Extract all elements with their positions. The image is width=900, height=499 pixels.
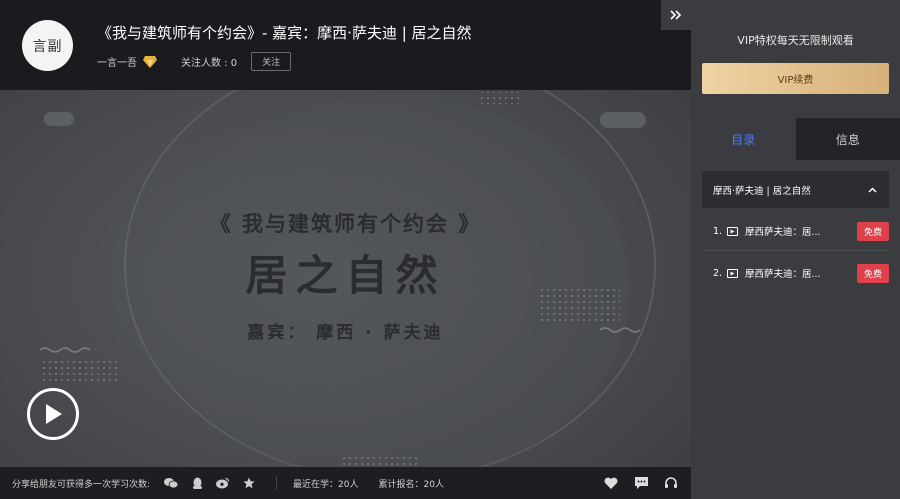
weibo-icon[interactable] [216, 476, 230, 490]
video-player[interactable]: 《 我与建筑师有个约会 》 居之自然 嘉宾： 摩西 · 萨夫迪 [0, 90, 691, 467]
avatar-logo-text: 言副 [32, 38, 63, 55]
followers-count: 关注人数 : 0 [181, 58, 238, 69]
chevron-up-icon [868, 186, 877, 193]
headset-icon[interactable] [663, 475, 679, 491]
tab-info[interactable]: 信息 [795, 118, 900, 160]
vip-renew-button[interactable]: VIP续费 [702, 63, 889, 94]
lesson-item[interactable]: 2. 摩西萨夫迪：居... 免费 [702, 254, 889, 292]
lesson-title: 摩西萨夫迪：居... [745, 227, 821, 238]
lesson-title: 摩西萨夫迪：居... [745, 269, 821, 280]
cover-guest: 嘉宾： 摩西 · 萨夫迪 [247, 323, 444, 343]
collapse-sidebar-button[interactable] [661, 0, 691, 30]
comment-icon[interactable] [633, 475, 649, 491]
author-name[interactable]: 一言一吾 [97, 54, 137, 69]
diamond-icon [143, 55, 157, 68]
course-title: 《我与建筑师有个约会》- 嘉宾：摩西·萨夫迪 | 居之自然 [97, 24, 472, 42]
share-prompt: 分享给朋友可获得多一次学习次数: [12, 479, 151, 490]
chapter-title: 摩西·萨夫迪 | 居之自然 [713, 185, 811, 197]
lesson-index: 1. [713, 225, 723, 237]
course-meta: 一言一吾 关注人数 : 0 关注 [97, 52, 292, 71]
lesson-divider [702, 250, 889, 251]
heart-icon[interactable] [603, 475, 619, 491]
wechat-icon[interactable] [164, 476, 179, 490]
qq-icon[interactable] [190, 476, 204, 490]
sidebar-tabs: 目录 信息 [691, 118, 900, 160]
course-sidebar: VIP特权每天无限制观看 VIP续费 目录 信息 摩西·萨夫迪 | 居之自然 1… [661, 0, 900, 499]
total-signups-count: 累计报名：20人 [378, 479, 444, 490]
video-lesson-icon [727, 268, 738, 278]
course-header: 言副 《我与建筑师有个约会》- 嘉宾：摩西·萨夫迪 | 居之自然 一言一吾 关注… [0, 0, 691, 90]
video-action-icons [603, 475, 679, 491]
tab-catalog[interactable]: 目录 [691, 118, 796, 160]
vip-privilege-text: VIP特权每天无限制观看 [737, 34, 854, 47]
video-lesson-icon [727, 226, 738, 236]
recent-learning-count: 最近在学：20人 [293, 479, 359, 490]
lesson-index: 2. [713, 267, 723, 279]
divider [276, 476, 278, 490]
free-badge: 免费 [856, 221, 889, 241]
cover-episode-title: 居之自然 [245, 251, 446, 300]
channel-avatar[interactable]: 言副 [22, 20, 73, 71]
cover-series-title: 《 我与建筑师有个约会 》 [209, 212, 482, 236]
double-chevron-right-icon [670, 10, 682, 20]
free-badge: 免费 [856, 263, 889, 283]
play-icon [46, 404, 62, 424]
video-bottom-bar: 分享给朋友可获得多一次学习次数: 最近在学：20人 累计报名：20人 [0, 467, 691, 499]
play-button[interactable] [27, 388, 79, 440]
star-icon[interactable] [242, 476, 256, 490]
follow-button[interactable]: 关注 [251, 52, 292, 71]
lesson-item[interactable]: 1. 摩西萨夫迪：居... 免费 [702, 212, 889, 250]
chapter-header[interactable]: 摩西·萨夫迪 | 居之自然 [702, 171, 889, 208]
